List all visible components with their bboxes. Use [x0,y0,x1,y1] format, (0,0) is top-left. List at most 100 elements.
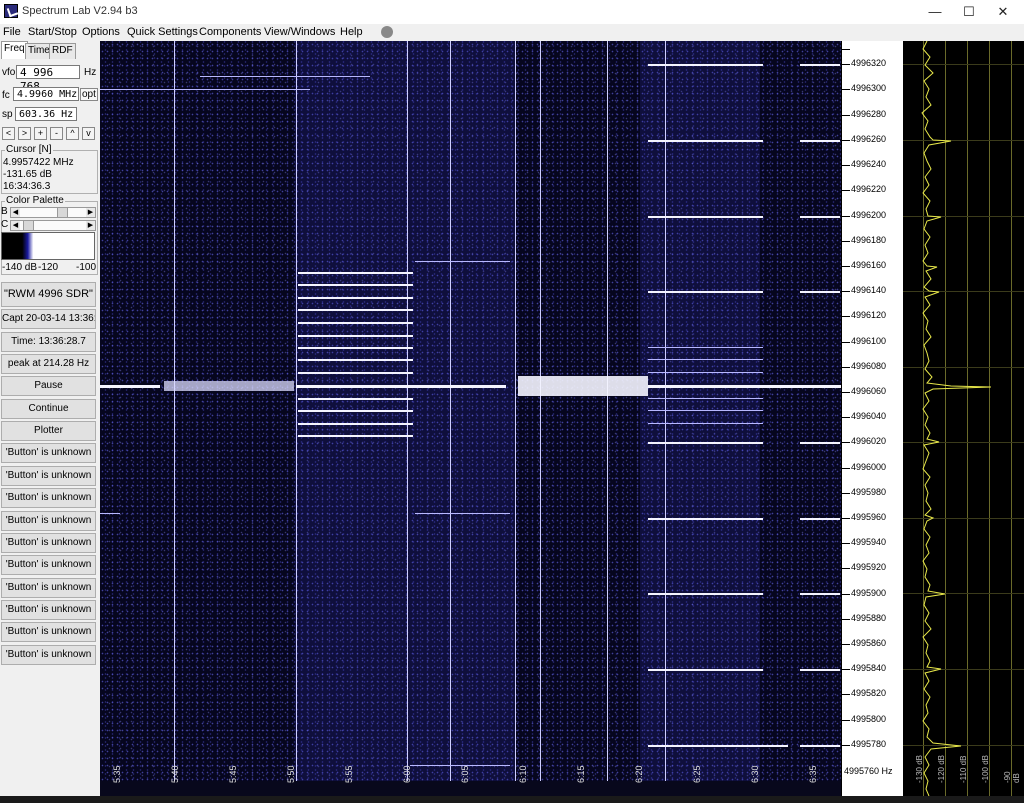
continue-button[interactable]: Continue [1,399,96,419]
time-marker-line [296,41,297,781]
tab-rdf[interactable]: RDF [49,43,76,59]
slider-left-arrow-icon[interactable]: ◀ [11,221,20,230]
freq-label: 4995920 [851,562,887,572]
freq-label: 4995860 [851,638,887,648]
menu-file[interactable]: File [3,26,21,38]
time-label: 6:30 [750,765,760,783]
freq-tick [842,49,850,50]
brightness-label: B [1,206,8,217]
close-button[interactable]: ✕ [986,0,1020,24]
sideband-line [298,272,413,274]
sideband-line [298,435,413,437]
freq-label: 4996060 [851,386,887,396]
zoom-out-button[interactable]: - [50,127,63,140]
unknown-button-6[interactable]: 'Button' is unknown [1,555,96,575]
unknown-button-4[interactable]: 'Button' is unknown [1,511,96,531]
unknown-button-1[interactable]: 'Button' is unknown [1,443,96,463]
record-indicator-icon[interactable] [381,26,393,38]
fc-label: fc [2,90,10,101]
sp-field[interactable]: 603.36 Hz [15,107,77,121]
unknown-button-5[interactable]: 'Button' is unknown [1,533,96,553]
contrast-slider[interactable]: ◀ ▶ [10,220,96,231]
freq-tick [842,694,850,695]
scroll-down-button[interactable]: v [82,127,95,140]
fc-field[interactable]: 4.9960 MHz [13,87,79,101]
maximize-button[interactable]: ☐ [952,0,986,24]
marker-line [648,669,763,671]
sideband-line [648,359,763,360]
sideband-line [298,335,413,337]
marker-line [800,593,840,595]
freq-axis-unit-label: 4995760 Hz [844,766,893,776]
slider-right-arrow-icon[interactable]: ▶ [86,221,95,230]
scroll-up-button[interactable]: ^ [66,127,79,140]
tab-freq[interactable]: Freq [1,41,28,59]
plotter-button[interactable]: Plotter [1,421,96,441]
palette-scale-mid: -120 [38,262,59,273]
time-button[interactable]: Time: 13:36:28.7 [1,332,96,352]
freq-tick [842,367,850,368]
freq-tick [842,316,850,317]
time-marker-line [540,41,541,781]
unknown-button-8[interactable]: 'Button' is unknown [1,600,96,620]
menu-quick-settings[interactable]: Quick Settings [127,26,198,38]
freq-tick [842,64,850,65]
capture-time-button[interactable]: Capt 20-03-14 13:36:28 [1,309,96,329]
slider-left-arrow-icon[interactable]: ◀ [11,208,20,217]
menu-components[interactable]: Components [199,26,261,38]
unknown-button-2[interactable]: 'Button' is unknown [1,466,96,486]
freq-label: 4995800 [851,714,887,724]
freq-tick [842,342,850,343]
freq-tick [842,266,850,267]
freq-tick [842,518,850,519]
pause-button[interactable]: Pause [1,376,96,396]
color-palette-bar[interactable] [1,232,95,260]
menu-bar: File Start/Stop Options Quick Settings C… [0,24,1024,41]
freq-label: 4995820 [851,688,887,698]
freq-tick [842,291,850,292]
time-label: 5:45 [228,765,238,783]
freq-label: 4996300 [851,83,887,93]
menu-options[interactable]: Options [82,26,120,38]
freq-tick [842,619,850,620]
peak-button[interactable]: peak at 214.28 Hz [1,354,96,374]
sideband-line [298,359,413,361]
scroll-right-button[interactable]: > [18,127,31,140]
spectrum-db-label: -100 dB [981,754,990,783]
spectrum-db-label: -120 dB [937,754,946,783]
freq-tick [842,669,850,670]
brightness-slider[interactable]: ◀ ▶ [10,207,96,218]
sideband-line [298,309,413,311]
waterfall-display[interactable] [100,41,841,796]
spectrum-plot[interactable] [903,41,1024,796]
vfo-field[interactable]: 4 996 768 [16,65,80,93]
menu-help[interactable]: Help [340,26,363,38]
sideband-line [298,284,413,286]
unknown-button-7[interactable]: 'Button' is unknown [1,578,96,598]
zoom-in-button[interactable]: + [34,127,47,140]
minimize-button[interactable]: — [918,0,952,24]
unknown-button-10[interactable]: 'Button' is unknown [1,645,96,665]
freq-tick [842,165,850,166]
display-title-button[interactable]: "RWM 4996 SDR" [1,282,96,307]
time-marker-line [515,41,516,781]
freq-label: 4996280 [851,109,887,119]
menu-start-stop[interactable]: Start/Stop [28,26,77,38]
vfo-label: vfo [2,67,16,78]
scroll-left-button[interactable]: < [2,127,15,140]
marker-line [800,518,840,520]
freq-label: 4996200 [851,210,887,220]
fc-opt-button[interactable]: opt [80,88,98,101]
unknown-button-9[interactable]: 'Button' is unknown [1,622,96,642]
menu-view-windows[interactable]: View/Windows [264,26,335,38]
freq-label: 4995980 [851,487,887,497]
slider-right-arrow-icon[interactable]: ▶ [86,208,95,217]
freq-label: 4995840 [851,663,887,673]
time-marker-line [450,41,451,781]
sideband-line [648,410,763,411]
contrast-thumb[interactable] [23,221,34,230]
sideband-line [298,297,413,299]
brightness-thumb[interactable] [57,208,68,217]
unknown-button-3[interactable]: 'Button' is unknown [1,488,96,508]
vfo-unit: Hz [84,67,97,78]
